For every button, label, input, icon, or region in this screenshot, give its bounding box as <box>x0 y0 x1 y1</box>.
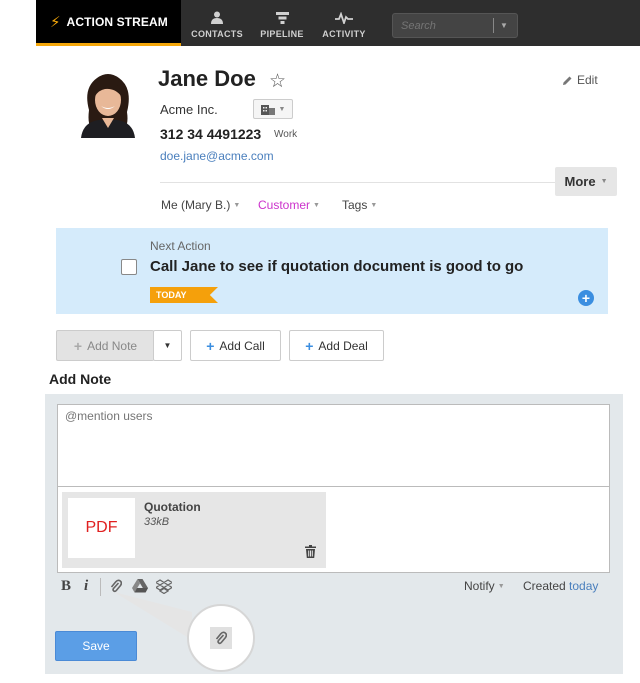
more-button[interactable]: More ▼ <box>555 167 617 196</box>
bold-button[interactable]: B <box>61 578 71 595</box>
add-call-button[interactable]: + Add Call <box>190 330 281 361</box>
search-box[interactable]: ▼ <box>392 13 518 38</box>
created-date-link[interactable]: today <box>569 579 598 593</box>
avatar <box>75 70 141 138</box>
tags-label: Tags <box>342 198 368 212</box>
lightning-icon: ⚡ <box>50 13 61 31</box>
pencil-icon <box>563 76 572 85</box>
today-badge: TODAY <box>150 287 218 303</box>
email-link[interactable]: doe.jane@acme.com <box>160 149 274 163</box>
attachment-card[interactable]: PDF Quotation 33kB <box>62 492 326 568</box>
plus-icon: + <box>305 337 314 354</box>
edit-button[interactable]: Edit <box>562 73 598 87</box>
edit-label: Edit <box>577 73 598 87</box>
more-label: More <box>564 174 596 189</box>
add-note-title: Add Note <box>49 371 112 387</box>
star-icon[interactable]: ☆ <box>269 70 286 93</box>
created-label: Created <box>523 579 566 593</box>
toolbar-divider <box>100 578 101 596</box>
add-note-label: Add Note <box>87 338 138 353</box>
search-input[interactable] <box>393 19 493 32</box>
chevron-down-icon: ▼ <box>497 582 505 590</box>
caret-down-icon: ▼ <box>163 341 172 350</box>
plus-icon: + <box>206 337 215 354</box>
paperclip-icon <box>215 631 227 644</box>
pdf-thumbnail: PDF <box>68 498 135 558</box>
add-note-dropdown[interactable]: ▼ <box>153 330 182 361</box>
plus-circle-icon[interactable]: + <box>578 290 594 306</box>
person-icon <box>211 11 223 24</box>
contact-name: Jane Doe <box>158 66 256 91</box>
phone-number[interactable]: 312 34 4491223 <box>160 126 261 142</box>
nav-action-stream[interactable]: ⚡ ACTION STREAM <box>36 0 181 46</box>
trash-icon[interactable] <box>305 545 316 558</box>
attachment-name: Quotation <box>144 500 201 514</box>
add-note-button[interactable]: + Add Note <box>56 330 154 361</box>
chevron-down-icon: ▼ <box>600 178 608 185</box>
chevron-down-icon: ▼ <box>370 201 378 209</box>
next-action-card: Next Action Call Jane to see if quotatio… <box>56 228 608 314</box>
nav-contacts[interactable]: CONTACTS <box>191 0 243 46</box>
next-action-text[interactable]: Call Jane to see if quotation document i… <box>150 258 523 275</box>
note-textarea[interactable] <box>57 404 610 487</box>
nav-pipeline[interactable]: PIPELINE <box>260 0 304 46</box>
add-deal-label: Add Deal <box>318 338 368 353</box>
attachment-size: 33kB <box>144 516 170 528</box>
pulse-icon <box>335 12 353 24</box>
zoom-callout-content <box>210 627 232 649</box>
notify-label: Notify <box>464 579 495 593</box>
owner-dropdown[interactable]: Me (Mary B.) ▼ <box>161 198 240 212</box>
search-divider <box>493 18 494 33</box>
add-call-label: Add Call <box>219 338 265 353</box>
attachment-area: PDF Quotation 33kB <box>57 487 610 573</box>
phone-type: Work <box>274 129 298 140</box>
nav-action-stream-label: ACTION STREAM <box>66 14 168 29</box>
plus-icon: + <box>73 337 83 354</box>
created-info: Created today <box>523 579 598 593</box>
notify-dropdown[interactable]: Notify ▼ <box>464 579 505 593</box>
status-dropdown[interactable]: Customer ▼ <box>258 198 320 212</box>
chevron-down-icon: ▼ <box>313 201 320 209</box>
next-action-label: Next Action <box>150 239 211 253</box>
nav-activity[interactable]: ACTIVITY <box>322 0 366 46</box>
italic-button[interactable]: i <box>84 578 88 595</box>
nav-activity-label: ACTIVITY <box>322 29 366 39</box>
chevron-down-icon: ▼ <box>233 201 241 209</box>
building-icon <box>260 105 275 115</box>
next-action-checkbox[interactable] <box>121 259 137 275</box>
add-deal-button[interactable]: + Add Deal <box>289 330 384 361</box>
nav-contacts-label: CONTACTS <box>191 29 243 39</box>
divider <box>160 182 555 183</box>
funnel-icon <box>275 12 289 24</box>
owner-label: Me (Mary B.) <box>161 198 231 212</box>
chevron-down-icon: ▼ <box>278 105 286 113</box>
company-button[interactable]: ▼ <box>253 99 293 119</box>
chevron-down-icon[interactable]: ▼ <box>500 21 508 30</box>
tags-dropdown[interactable]: Tags ▼ <box>342 198 377 212</box>
zoom-callout <box>187 604 255 672</box>
nav-pipeline-label: PIPELINE <box>260 29 304 39</box>
status-label: Customer <box>258 198 311 212</box>
company-name[interactable]: Acme Inc. <box>160 102 218 117</box>
